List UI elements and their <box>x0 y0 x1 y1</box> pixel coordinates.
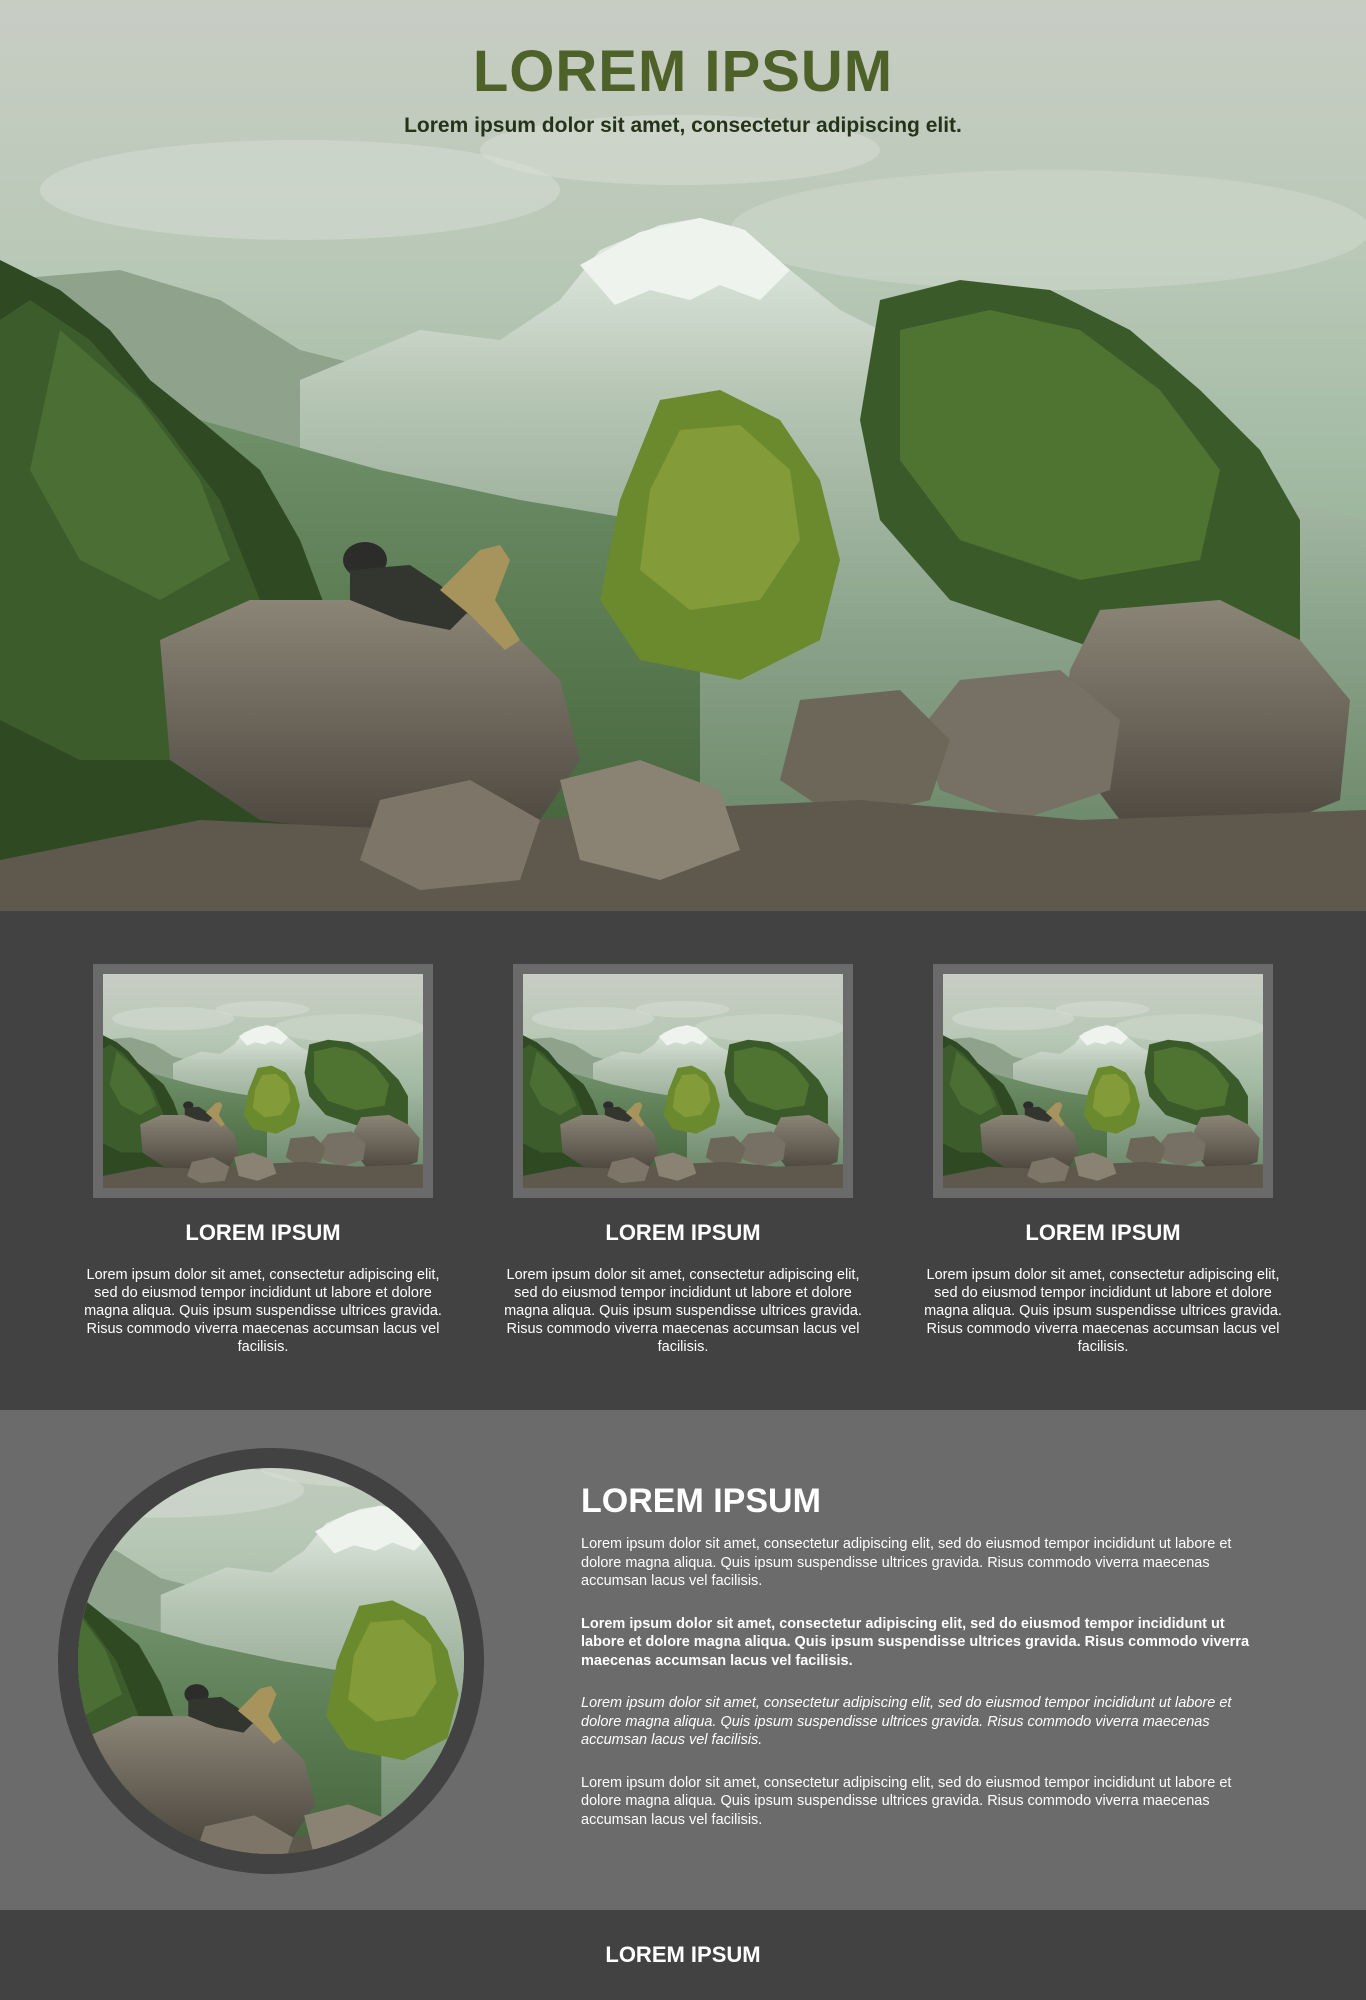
about-paragraph-regular: Lorem ipsum dolor sit amet, consectetur … <box>581 1536 1232 1589</box>
feature-card-image-frame <box>513 964 853 1198</box>
feature-card-text: Lorem ipsum dolor sit amet, consectetur … <box>924 1267 1282 1355</box>
feature-card-image-frame <box>93 964 433 1198</box>
about-paragraph-bold: Lorem ipsum dolor sit amet, consectetur … <box>581 1615 1250 1669</box>
hero-title: LOREM IPSUM <box>472 39 894 104</box>
feature-card-text: Lorem ipsum dolor sit amet, consectetur … <box>504 1267 862 1355</box>
about-section: LOREM IPSUM Lorem ipsum dolor sit amet, … <box>0 1410 1366 1910</box>
feature-card-image <box>103 974 423 1188</box>
about-image <box>78 1468 464 1854</box>
about-paragraph-regular-2: Lorem ipsum dolor sit amet, consectetur … <box>581 1774 1232 1828</box>
feature-card-2: LOREM IPSUM Lorem ipsum dolor sit amet, … <box>493 964 873 1356</box>
feature-card-1: LOREM IPSUM Lorem ipsum dolor sit amet, … <box>73 964 453 1356</box>
about-content: LOREM IPSUM Lorem ipsum dolor sit amet, … <box>581 1482 1261 1853</box>
footer: LOREM IPSUM <box>0 1910 1366 2000</box>
about-image-frame <box>58 1448 484 1874</box>
hero-subtitle: Lorem ipsum dolor sit amet, consectetur … <box>404 114 962 137</box>
feature-card-title: LOREM IPSUM <box>605 1220 761 1245</box>
footer-title: LOREM IPSUM <box>605 1942 761 1967</box>
feature-card-title: LOREM IPSUM <box>1025 1220 1181 1245</box>
about-title: LOREM IPSUM <box>581 1482 821 1520</box>
feature-card-title: LOREM IPSUM <box>185 1220 341 1245</box>
feature-card-text: Lorem ipsum dolor sit amet, consectetur … <box>84 1267 442 1355</box>
features-section: LOREM IPSUM Lorem ipsum dolor sit amet, … <box>0 911 1366 1410</box>
hero-section: LOREM IPSUM Lorem ipsum dolor sit amet, … <box>0 0 1366 911</box>
feature-card-3: LOREM IPSUM Lorem ipsum dolor sit amet, … <box>913 964 1293 1356</box>
feature-card-image <box>523 974 843 1188</box>
about-paragraph-italic: Lorem ipsum dolor sit amet, consectetur … <box>581 1695 1232 1748</box>
feature-card-image-frame <box>933 964 1273 1198</box>
feature-card-image <box>943 974 1263 1188</box>
